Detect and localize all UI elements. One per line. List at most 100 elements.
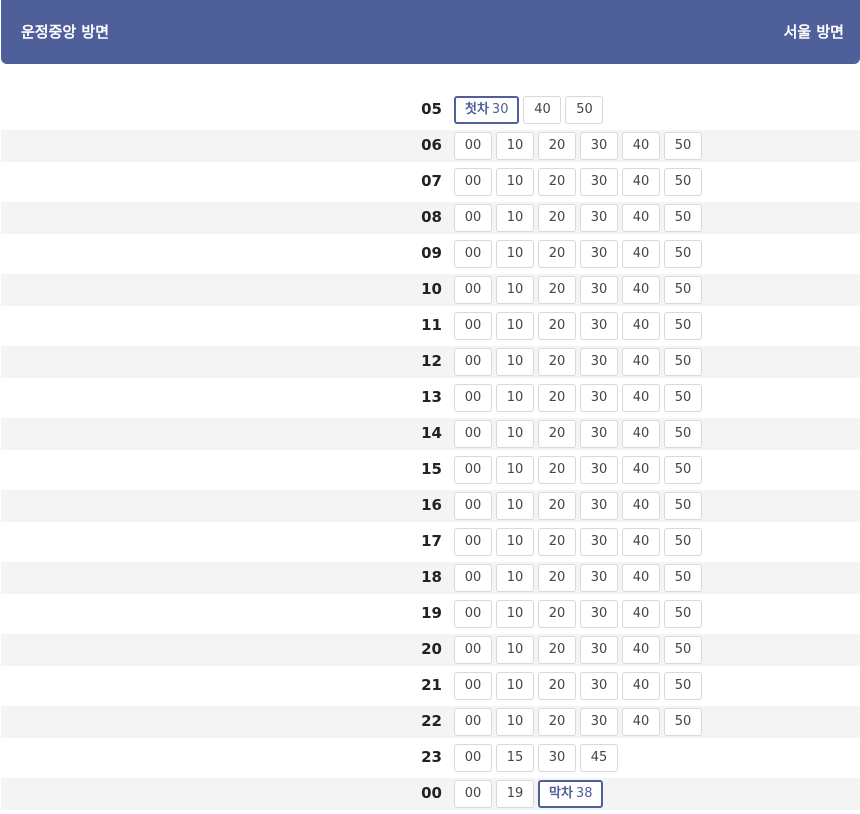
minute-chip-highlighted[interactable]: 막차 38 xyxy=(538,780,604,808)
minute-chip[interactable]: 00 xyxy=(454,312,492,340)
minute-chip[interactable]: 40 xyxy=(622,636,660,664)
minute-chip[interactable]: 45 xyxy=(580,744,618,772)
minute-chip[interactable]: 40 xyxy=(622,564,660,592)
minute-chip[interactable]: 00 xyxy=(454,636,492,664)
minute-chip[interactable]: 00 xyxy=(454,564,492,592)
minute-chip[interactable]: 19 xyxy=(496,780,534,808)
direction-label-left[interactable]: 운정중앙 방면 xyxy=(21,0,109,64)
minute-chip[interactable]: 00 xyxy=(454,672,492,700)
minute-chip[interactable]: 10 xyxy=(496,672,534,700)
minute-chip[interactable]: 40 xyxy=(622,528,660,556)
minute-chip[interactable]: 10 xyxy=(496,312,534,340)
minute-chip[interactable]: 20 xyxy=(538,564,576,592)
minute-chip[interactable]: 50 xyxy=(664,672,702,700)
minute-chip[interactable]: 50 xyxy=(664,204,702,232)
minute-chip[interactable]: 15 xyxy=(496,744,534,772)
minute-chip[interactable]: 00 xyxy=(454,204,492,232)
minute-chip[interactable]: 50 xyxy=(664,600,702,628)
minute-chip[interactable]: 30 xyxy=(538,744,576,772)
minute-chip[interactable]: 30 xyxy=(580,456,618,484)
minute-chip[interactable]: 00 xyxy=(454,420,492,448)
minute-chip[interactable]: 10 xyxy=(496,168,534,196)
minute-chip[interactable]: 50 xyxy=(664,240,702,268)
minute-chip[interactable]: 00 xyxy=(454,744,492,772)
minute-chip[interactable]: 40 xyxy=(622,168,660,196)
minute-chip[interactable]: 20 xyxy=(538,204,576,232)
minute-chip[interactable]: 10 xyxy=(496,456,534,484)
minute-chip[interactable]: 10 xyxy=(496,564,534,592)
minute-chip[interactable]: 50 xyxy=(664,132,702,160)
minute-chip[interactable]: 00 xyxy=(454,780,492,808)
minute-chip[interactable]: 50 xyxy=(664,708,702,736)
minute-chip[interactable]: 30 xyxy=(580,420,618,448)
minute-chip[interactable]: 00 xyxy=(454,492,492,520)
minute-chip[interactable]: 20 xyxy=(538,348,576,376)
minute-chip[interactable]: 30 xyxy=(580,132,618,160)
minute-chip[interactable]: 10 xyxy=(496,420,534,448)
minute-chip[interactable]: 30 xyxy=(580,348,618,376)
minute-chip[interactable]: 10 xyxy=(496,492,534,520)
minute-chip[interactable]: 20 xyxy=(538,672,576,700)
minute-chip[interactable]: 20 xyxy=(538,420,576,448)
minute-chip[interactable]: 30 xyxy=(580,672,618,700)
minute-chip[interactable]: 40 xyxy=(622,312,660,340)
minute-chip[interactable]: 50 xyxy=(664,564,702,592)
minute-chip[interactable]: 10 xyxy=(496,348,534,376)
minute-chip[interactable]: 10 xyxy=(496,600,534,628)
minute-chip[interactable]: 30 xyxy=(580,600,618,628)
minute-chip[interactable]: 50 xyxy=(664,492,702,520)
minute-chip[interactable]: 40 xyxy=(622,276,660,304)
minute-chip[interactable]: 00 xyxy=(454,132,492,160)
minute-chip[interactable]: 40 xyxy=(622,708,660,736)
minute-chip[interactable]: 30 xyxy=(580,276,618,304)
minute-chip[interactable]: 30 xyxy=(580,204,618,232)
minute-chip[interactable]: 00 xyxy=(454,168,492,196)
minute-chip[interactable]: 30 xyxy=(580,168,618,196)
minute-chip[interactable]: 00 xyxy=(454,240,492,268)
minute-chip[interactable]: 10 xyxy=(496,276,534,304)
minute-chip[interactable]: 50 xyxy=(664,312,702,340)
minute-chip[interactable]: 50 xyxy=(664,636,702,664)
minute-chip[interactable]: 30 xyxy=(580,636,618,664)
minute-chip[interactable]: 40 xyxy=(622,348,660,376)
minute-chip[interactable]: 50 xyxy=(565,96,604,124)
minute-chip[interactable]: 10 xyxy=(496,636,534,664)
minute-chip[interactable]: 20 xyxy=(538,708,576,736)
minute-chip[interactable]: 30 xyxy=(580,240,618,268)
minute-chip[interactable]: 30 xyxy=(580,528,618,556)
minute-chip[interactable]: 50 xyxy=(664,384,702,412)
minute-chip[interactable]: 30 xyxy=(580,384,618,412)
minute-chip-highlighted[interactable]: 첫차 30 xyxy=(454,96,520,124)
minute-chip[interactable]: 20 xyxy=(538,384,576,412)
minute-chip[interactable]: 00 xyxy=(454,384,492,412)
minute-chip[interactable]: 20 xyxy=(538,600,576,628)
minute-chip[interactable]: 00 xyxy=(454,600,492,628)
minute-chip[interactable]: 20 xyxy=(538,528,576,556)
minute-chip[interactable]: 40 xyxy=(622,456,660,484)
minute-chip[interactable]: 00 xyxy=(454,348,492,376)
minute-chip[interactable]: 20 xyxy=(538,456,576,484)
minute-chip[interactable]: 30 xyxy=(580,708,618,736)
minute-chip[interactable]: 20 xyxy=(538,492,576,520)
minute-chip[interactable]: 40 xyxy=(622,132,660,160)
minute-chip[interactable]: 50 xyxy=(664,528,702,556)
minute-chip[interactable]: 40 xyxy=(622,384,660,412)
minute-chip[interactable]: 20 xyxy=(538,132,576,160)
minute-chip[interactable]: 00 xyxy=(454,708,492,736)
minute-chip[interactable]: 10 xyxy=(496,384,534,412)
minute-chip[interactable]: 40 xyxy=(622,672,660,700)
minute-chip[interactable]: 30 xyxy=(580,492,618,520)
minute-chip[interactable]: 20 xyxy=(538,240,576,268)
minute-chip[interactable]: 20 xyxy=(538,276,576,304)
minute-chip[interactable]: 40 xyxy=(622,240,660,268)
minute-chip[interactable]: 40 xyxy=(622,492,660,520)
minute-chip[interactable]: 40 xyxy=(622,600,660,628)
minute-chip[interactable]: 40 xyxy=(523,96,562,124)
minute-chip[interactable]: 40 xyxy=(622,420,660,448)
minute-chip[interactable]: 40 xyxy=(622,204,660,232)
minute-chip[interactable]: 00 xyxy=(454,276,492,304)
minute-chip[interactable]: 20 xyxy=(538,636,576,664)
minute-chip[interactable]: 30 xyxy=(580,564,618,592)
minute-chip[interactable]: 10 xyxy=(496,132,534,160)
minute-chip[interactable]: 50 xyxy=(664,276,702,304)
